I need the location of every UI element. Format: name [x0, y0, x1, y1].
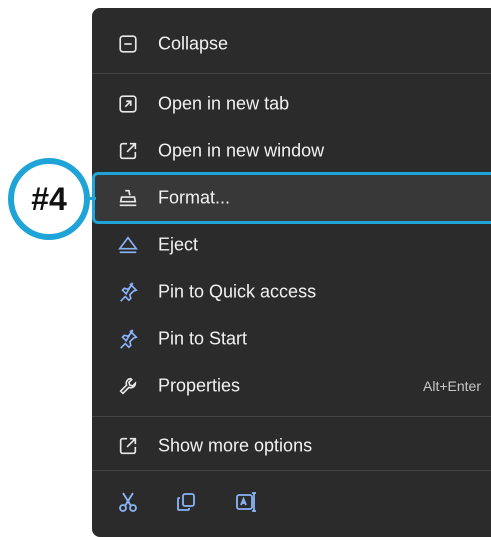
open-new-tab-icon	[116, 92, 140, 116]
copy-icon	[174, 490, 198, 514]
format-drive-icon	[116, 186, 140, 210]
menu-item-show-more-options[interactable]: Show more options	[92, 423, 491, 469]
menu-item-properties[interactable]: Properties Alt+Enter	[92, 363, 491, 409]
menu-item-label: Open in new tab	[158, 93, 290, 114]
collapse-icon	[116, 32, 140, 56]
menu-item-pin-quick-access[interactable]: Pin to Quick access	[92, 269, 491, 315]
menu-item-format[interactable]: Format...	[92, 172, 491, 224]
menu-item-label: Properties	[158, 375, 241, 396]
shortcut-hint: Alt+Enter	[423, 378, 481, 394]
menu-item-label: Show more options	[158, 435, 313, 456]
menu-divider	[92, 470, 491, 471]
menu-item-open-new-window[interactable]: Open in new window	[92, 128, 491, 174]
rename-button[interactable]	[232, 488, 260, 516]
menu-item-collapse[interactable]: Collapse	[92, 21, 491, 67]
menu-divider	[92, 416, 491, 417]
open-new-window-icon	[116, 139, 140, 163]
step-badge-label: #4	[31, 180, 67, 217]
rename-icon	[234, 490, 258, 514]
menu-item-label: Eject	[158, 234, 199, 255]
context-menu: Collapse Open in new tab Open in new win…	[92, 8, 491, 537]
menu-item-open-new-tab[interactable]: Open in new tab	[92, 81, 491, 127]
menu-item-pin-start[interactable]: Pin to Start	[92, 316, 491, 362]
copy-button[interactable]	[172, 488, 200, 516]
menu-quick-actions	[92, 472, 491, 532]
menu-item-eject[interactable]: Eject	[92, 222, 491, 268]
menu-item-label: Format...	[158, 187, 231, 208]
screenshot-stage: Collapse Open in new tab Open in new win…	[0, 0, 491, 537]
pin-icon	[116, 327, 140, 351]
menu-item-label: Pin to Start	[158, 328, 248, 349]
menu-item-label: Collapse	[158, 33, 229, 54]
menu-divider	[92, 73, 491, 74]
scissors-icon	[116, 490, 140, 514]
eject-icon	[116, 233, 140, 257]
wrench-icon	[116, 374, 140, 398]
show-more-options-icon	[116, 434, 140, 458]
pin-icon	[116, 280, 140, 304]
cut-button[interactable]	[114, 488, 142, 516]
step-badge: #4	[8, 158, 90, 240]
menu-item-label: Open in new window	[158, 140, 325, 161]
menu-item-label: Pin to Quick access	[158, 281, 317, 302]
